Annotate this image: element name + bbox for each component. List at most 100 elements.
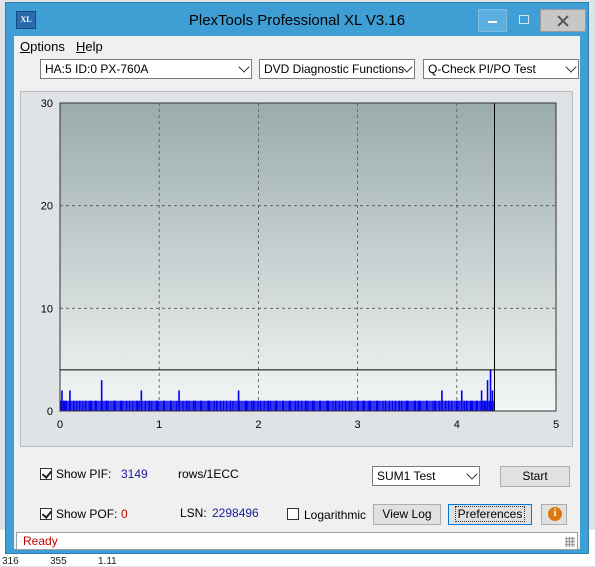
chart-bar	[60, 400, 62, 411]
drive-select[interactable]: HA:5 ID:0 PX-760A	[40, 59, 252, 79]
chart-bar	[104, 400, 106, 411]
menu-options[interactable]: Options	[20, 39, 65, 54]
chart-bar	[381, 400, 383, 411]
chart-bar	[61, 400, 63, 411]
chart-bar	[87, 400, 89, 411]
chart-bar	[245, 400, 247, 411]
chart-bar	[330, 400, 332, 411]
chart-bar	[319, 400, 321, 411]
chart-bar	[334, 400, 336, 411]
chart-bar	[81, 400, 83, 411]
start-button[interactable]: Start	[500, 466, 570, 487]
chart-bar	[297, 400, 299, 411]
chart-bar	[314, 400, 316, 411]
chart-bar	[243, 400, 245, 411]
chart-bar	[355, 400, 357, 411]
chart-bar	[84, 400, 86, 411]
chart-bar	[173, 400, 175, 411]
title-bar[interactable]: XL PlexTools Professional XL V3.16	[6, 3, 588, 36]
chart-bar	[298, 400, 300, 411]
minimize-button[interactable]	[478, 9, 507, 32]
chart-bar	[152, 400, 154, 411]
chart-bar	[155, 400, 157, 411]
chart-bar	[491, 400, 493, 411]
chart-bar	[114, 400, 116, 411]
show-pif-checkbox[interactable]	[40, 468, 52, 480]
chart-bar	[280, 400, 282, 411]
chart-bar	[423, 400, 425, 411]
chart-bar	[249, 400, 251, 411]
chart-bar	[446, 400, 448, 411]
chart-bar	[437, 400, 439, 411]
chart-bar	[199, 400, 201, 411]
chart-bar	[98, 400, 100, 411]
chart-bar	[83, 400, 85, 411]
test-select[interactable]: Q-Check PI/PO Test	[423, 59, 579, 79]
chart-bar	[311, 400, 313, 411]
info-button[interactable]: i	[541, 504, 567, 525]
y-tick-label: 30	[41, 98, 53, 110]
function-select[interactable]: DVD Diagnostic Functions	[259, 59, 415, 79]
chart-bar	[189, 400, 191, 411]
logarithmic-checkbox[interactable]	[287, 508, 299, 520]
chart-bar	[267, 400, 269, 411]
chart-bar	[260, 400, 262, 411]
chart-bar	[295, 400, 297, 411]
show-pof-label: Show POF:	[56, 507, 118, 521]
chart-bar	[225, 400, 227, 411]
chart-bar	[120, 400, 122, 411]
status-text: Ready	[23, 534, 58, 548]
chart-bar	[70, 400, 72, 411]
chart-bar	[200, 400, 202, 411]
chart-bar	[480, 400, 482, 411]
chart-bar	[392, 400, 394, 411]
sum-test-select[interactable]: SUM1 Test	[372, 466, 480, 486]
chart-bar	[117, 400, 119, 411]
menu-help[interactable]: Help	[76, 39, 103, 54]
chart-bar	[416, 400, 418, 411]
chart-bar	[254, 400, 256, 411]
chart-bar	[439, 400, 441, 411]
chart-bar	[317, 400, 319, 411]
close-button[interactable]	[540, 9, 586, 32]
chart-bar	[461, 400, 463, 411]
chart-bar	[287, 400, 289, 411]
chart-bar	[233, 400, 235, 411]
chart-bar	[434, 400, 436, 411]
x-tick-label: 1	[156, 419, 162, 431]
chart-bar	[399, 400, 401, 411]
chart-bar	[444, 400, 446, 411]
chart-bar	[278, 400, 280, 411]
resize-grip[interactable]	[565, 537, 575, 547]
chart-bar	[353, 400, 355, 411]
show-pof-checkbox[interactable]	[40, 508, 52, 520]
lsn-value: 2298496	[212, 506, 259, 520]
chart-bar	[218, 400, 220, 411]
chart-bar	[187, 400, 189, 411]
preferences-button[interactable]: Preferences	[448, 504, 532, 525]
chart-bar	[433, 400, 435, 411]
chart-bar	[417, 400, 419, 411]
chart-bar	[64, 400, 66, 411]
chart-bar	[128, 400, 130, 411]
show-pif-label: Show PIF:	[56, 467, 112, 481]
start-button-label: Start	[522, 469, 548, 483]
chart-bar	[178, 400, 180, 411]
chart-bar	[274, 400, 276, 411]
chart-bar	[440, 400, 442, 411]
y-tick-label: 0	[47, 406, 53, 418]
chart-bar	[308, 400, 310, 411]
chart-bar	[134, 400, 136, 411]
chart-bar	[360, 400, 362, 411]
chart-bar	[235, 400, 237, 411]
chart-bar	[428, 400, 430, 411]
chart-bar	[427, 400, 429, 411]
maximize-button[interactable]	[510, 9, 537, 30]
view-log-button[interactable]: View Log	[373, 504, 441, 525]
chart-bar	[292, 400, 294, 411]
chart-bar	[279, 400, 281, 411]
chart-bar	[202, 400, 204, 411]
chart-bar	[318, 400, 320, 411]
chart-bar	[71, 400, 73, 411]
chart-bar	[256, 400, 258, 411]
